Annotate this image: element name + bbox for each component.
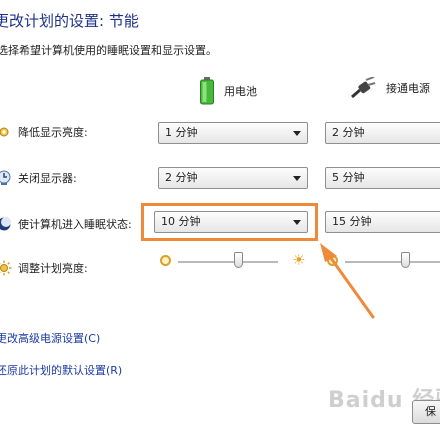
dim-brightness-icon [160,255,171,266]
dim-display-battery-select[interactable]: 1 分钟 [158,122,308,144]
sleep-moon-icon [0,216,12,232]
sleep-plugged-select[interactable]: 15 分钟 [325,211,440,233]
page-subtitle: 选择希望计算机使用的睡眠设置和显示设置。 [0,44,217,57]
dim-display-battery-value: 1 分钟 [165,126,198,139]
battery-icon [200,77,214,105]
turn-off-display-battery-select[interactable]: 2 分钟 [158,167,308,189]
sleep-plugged-value: 15 分钟 [332,215,372,228]
dim-brightness-icon [327,255,338,266]
sleep-row-label: 使计算机进入睡眠状态: [0,216,132,232]
turn-off-display-plugged-select[interactable]: 5 分钟 [325,167,440,189]
battery-column-header: 用电池 [200,77,257,105]
brightness-label: 调整计划亮度: [18,262,88,275]
dim-display-plugged-select[interactable]: 2 分钟 [325,122,440,144]
monitor-icon [0,170,12,186]
restore-defaults-link[interactable]: 还原此计划的默认设置(R) [0,362,122,378]
brightness-row-label: 调整计划亮度: [0,260,88,276]
sleep-label: 使计算机进入睡眠状态: [18,218,132,231]
turn-off-display-row-label: 关闭显示器: [0,170,77,186]
power-plan-settings-page: 更改计划的设置: 节能 选择希望计算机使用的睡眠设置和显示设置。 用电池 接通电… [0,0,440,440]
dim-display-label: 降低显示亮度: [18,126,88,139]
dim-display-icon [0,124,12,140]
dim-display-row-label: 降低显示亮度: [0,124,88,140]
advanced-power-settings-link[interactable]: 更改高级电源设置(C) [0,330,100,346]
power-plug-icon [351,77,376,99]
turn-off-display-label: 关闭显示器: [18,172,77,185]
chevron-down-icon [293,131,301,136]
plugged-in-column-header: 接通电源 [350,77,430,99]
dim-display-plugged-value: 2 分钟 [332,126,365,139]
brightness-sun-icon [0,260,12,276]
turn-off-display-plugged-value: 5 分钟 [332,171,365,184]
chevron-down-icon [293,176,301,181]
page-title: 更改计划的设置: 节能 [0,12,139,30]
bright-brightness-icon: ☀ [292,251,306,269]
battery-column-label: 用电池 [224,85,257,98]
battery-brightness-slider-thumb[interactable] [234,252,243,268]
plugged-brightness-slider-thumb[interactable] [401,252,410,268]
annotation-highlight-box [141,203,318,241]
plugged-brightness-slider[interactable] [345,261,440,264]
turn-off-display-battery-value: 2 分钟 [165,171,198,184]
battery-brightness-slider[interactable] [178,261,278,264]
plugged-column-label: 接通电源 [386,82,430,95]
save-button[interactable]: 保 [412,400,440,424]
